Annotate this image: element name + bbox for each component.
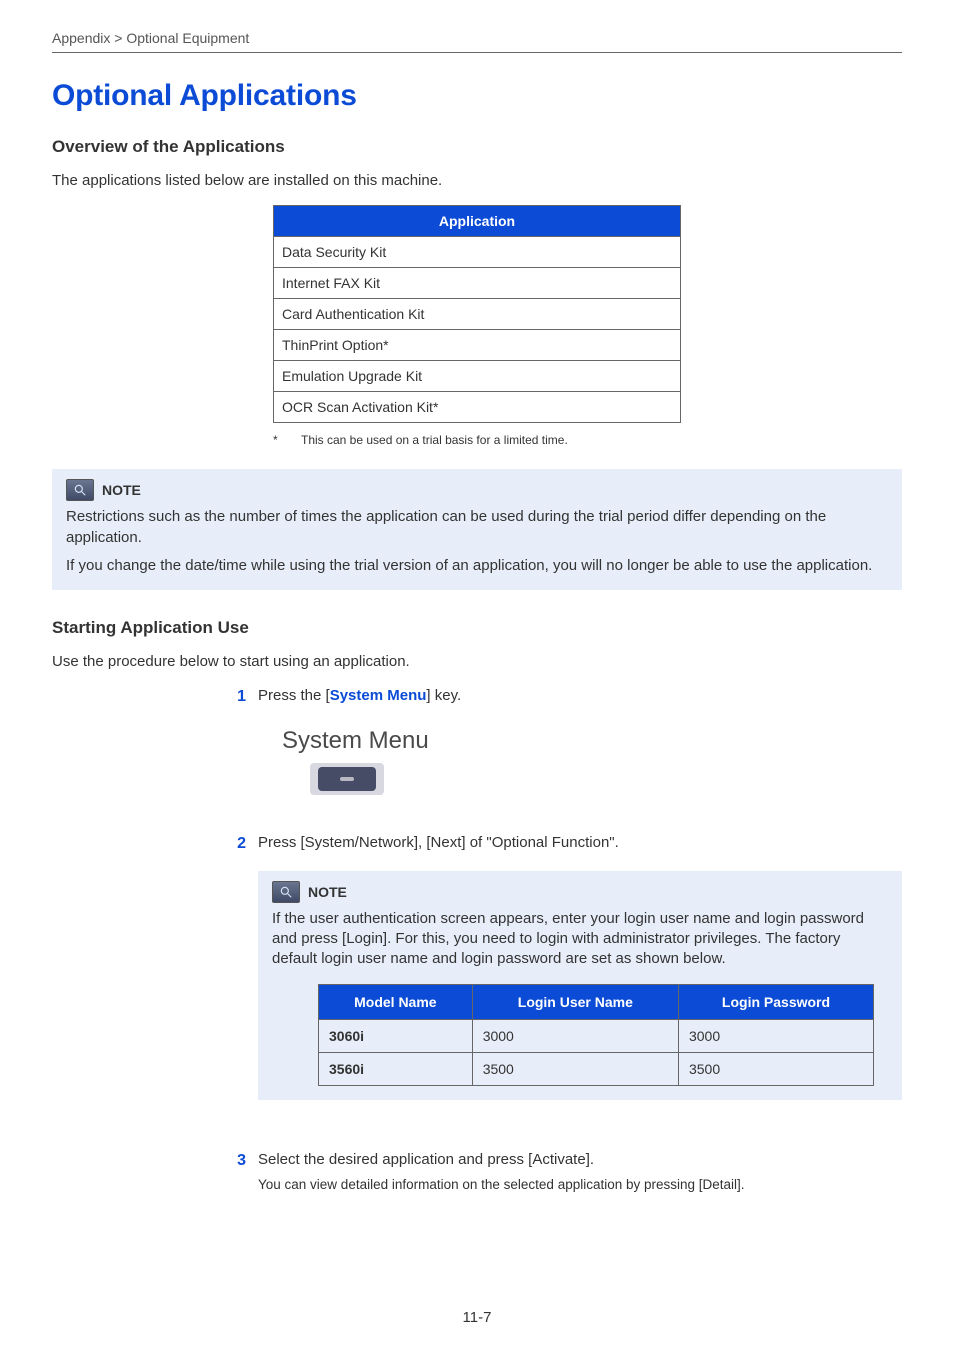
- system-menu-label: System Menu: [282, 727, 902, 755]
- step-number: 3: [230, 1150, 246, 1200]
- table-row: Data Security Kit: [274, 237, 681, 268]
- breadcrumb: Appendix > Optional Equipment: [52, 30, 902, 52]
- table-row: 3060i 3000 3000: [319, 1019, 874, 1052]
- step-text: Press the [System Menu] key.: [258, 686, 902, 706]
- section-intro-start: Use the procedure below to start using a…: [52, 652, 902, 672]
- note-paragraph: If you change the date/time while using …: [66, 556, 888, 576]
- login-table-header-model: Model Name: [319, 984, 473, 1019]
- step-text: Select the desired application and press…: [258, 1150, 902, 1170]
- system-menu-key: [318, 767, 376, 791]
- login-table-header-pass: Login Password: [678, 984, 873, 1019]
- step-2: 2 Press [System/Network], [Next] of "Opt…: [230, 833, 902, 1128]
- note-box: NOTE If the user authentication screen a…: [258, 871, 902, 1100]
- table-row: Emulation Upgrade Kit: [274, 361, 681, 392]
- note-icon: [272, 881, 300, 903]
- page-number: 11-7: [0, 1309, 954, 1326]
- step-number: 2: [230, 833, 246, 1128]
- system-menu-link[interactable]: System Menu: [330, 687, 427, 704]
- system-menu-graphic: System Menu: [282, 727, 902, 795]
- footnote: *This can be used on a trial basis for a…: [273, 433, 681, 447]
- table-row: 3560i 3500 3500: [319, 1052, 874, 1085]
- table-row: OCR Scan Activation Kit*: [274, 392, 681, 423]
- login-table: Model Name Login User Name Login Passwor…: [318, 984, 874, 1086]
- step-text: Press [System/Network], [Next] of "Optio…: [258, 833, 902, 853]
- step-1: 1 Press the [System Menu] key. System Me…: [230, 686, 902, 814]
- login-table-header-user: Login User Name: [472, 984, 678, 1019]
- step-3: 3 Select the desired application and pre…: [230, 1150, 902, 1200]
- note-paragraph: Restrictions such as the number of times…: [66, 507, 888, 548]
- footnote-text: This can be used on a trial basis for a …: [301, 433, 568, 447]
- step-number: 1: [230, 686, 246, 814]
- page-title: Optional Applications: [52, 79, 902, 113]
- table-row: Internet FAX Kit: [274, 268, 681, 299]
- system-menu-key-bezel: [310, 763, 384, 795]
- table-row: Card Authentication Kit: [274, 299, 681, 330]
- section-intro-overview: The applications listed below are instal…: [52, 171, 902, 191]
- note-icon: [66, 479, 94, 501]
- header-rule: [52, 52, 902, 53]
- applications-table: Application Data Security Kit Internet F…: [273, 205, 681, 423]
- step-subtext: You can view detailed information on the…: [258, 1176, 902, 1194]
- note-label: NOTE: [308, 884, 347, 900]
- note-label: NOTE: [102, 482, 141, 498]
- section-heading-start: Starting Application Use: [52, 618, 902, 638]
- note-paragraph: If the user authentication screen appear…: [272, 909, 888, 970]
- footnote-mark: *: [273, 433, 301, 447]
- section-heading-overview: Overview of the Applications: [52, 137, 902, 157]
- applications-table-header: Application: [274, 206, 681, 237]
- table-row: ThinPrint Option*: [274, 330, 681, 361]
- note-box: NOTE Restrictions such as the number of …: [52, 469, 902, 590]
